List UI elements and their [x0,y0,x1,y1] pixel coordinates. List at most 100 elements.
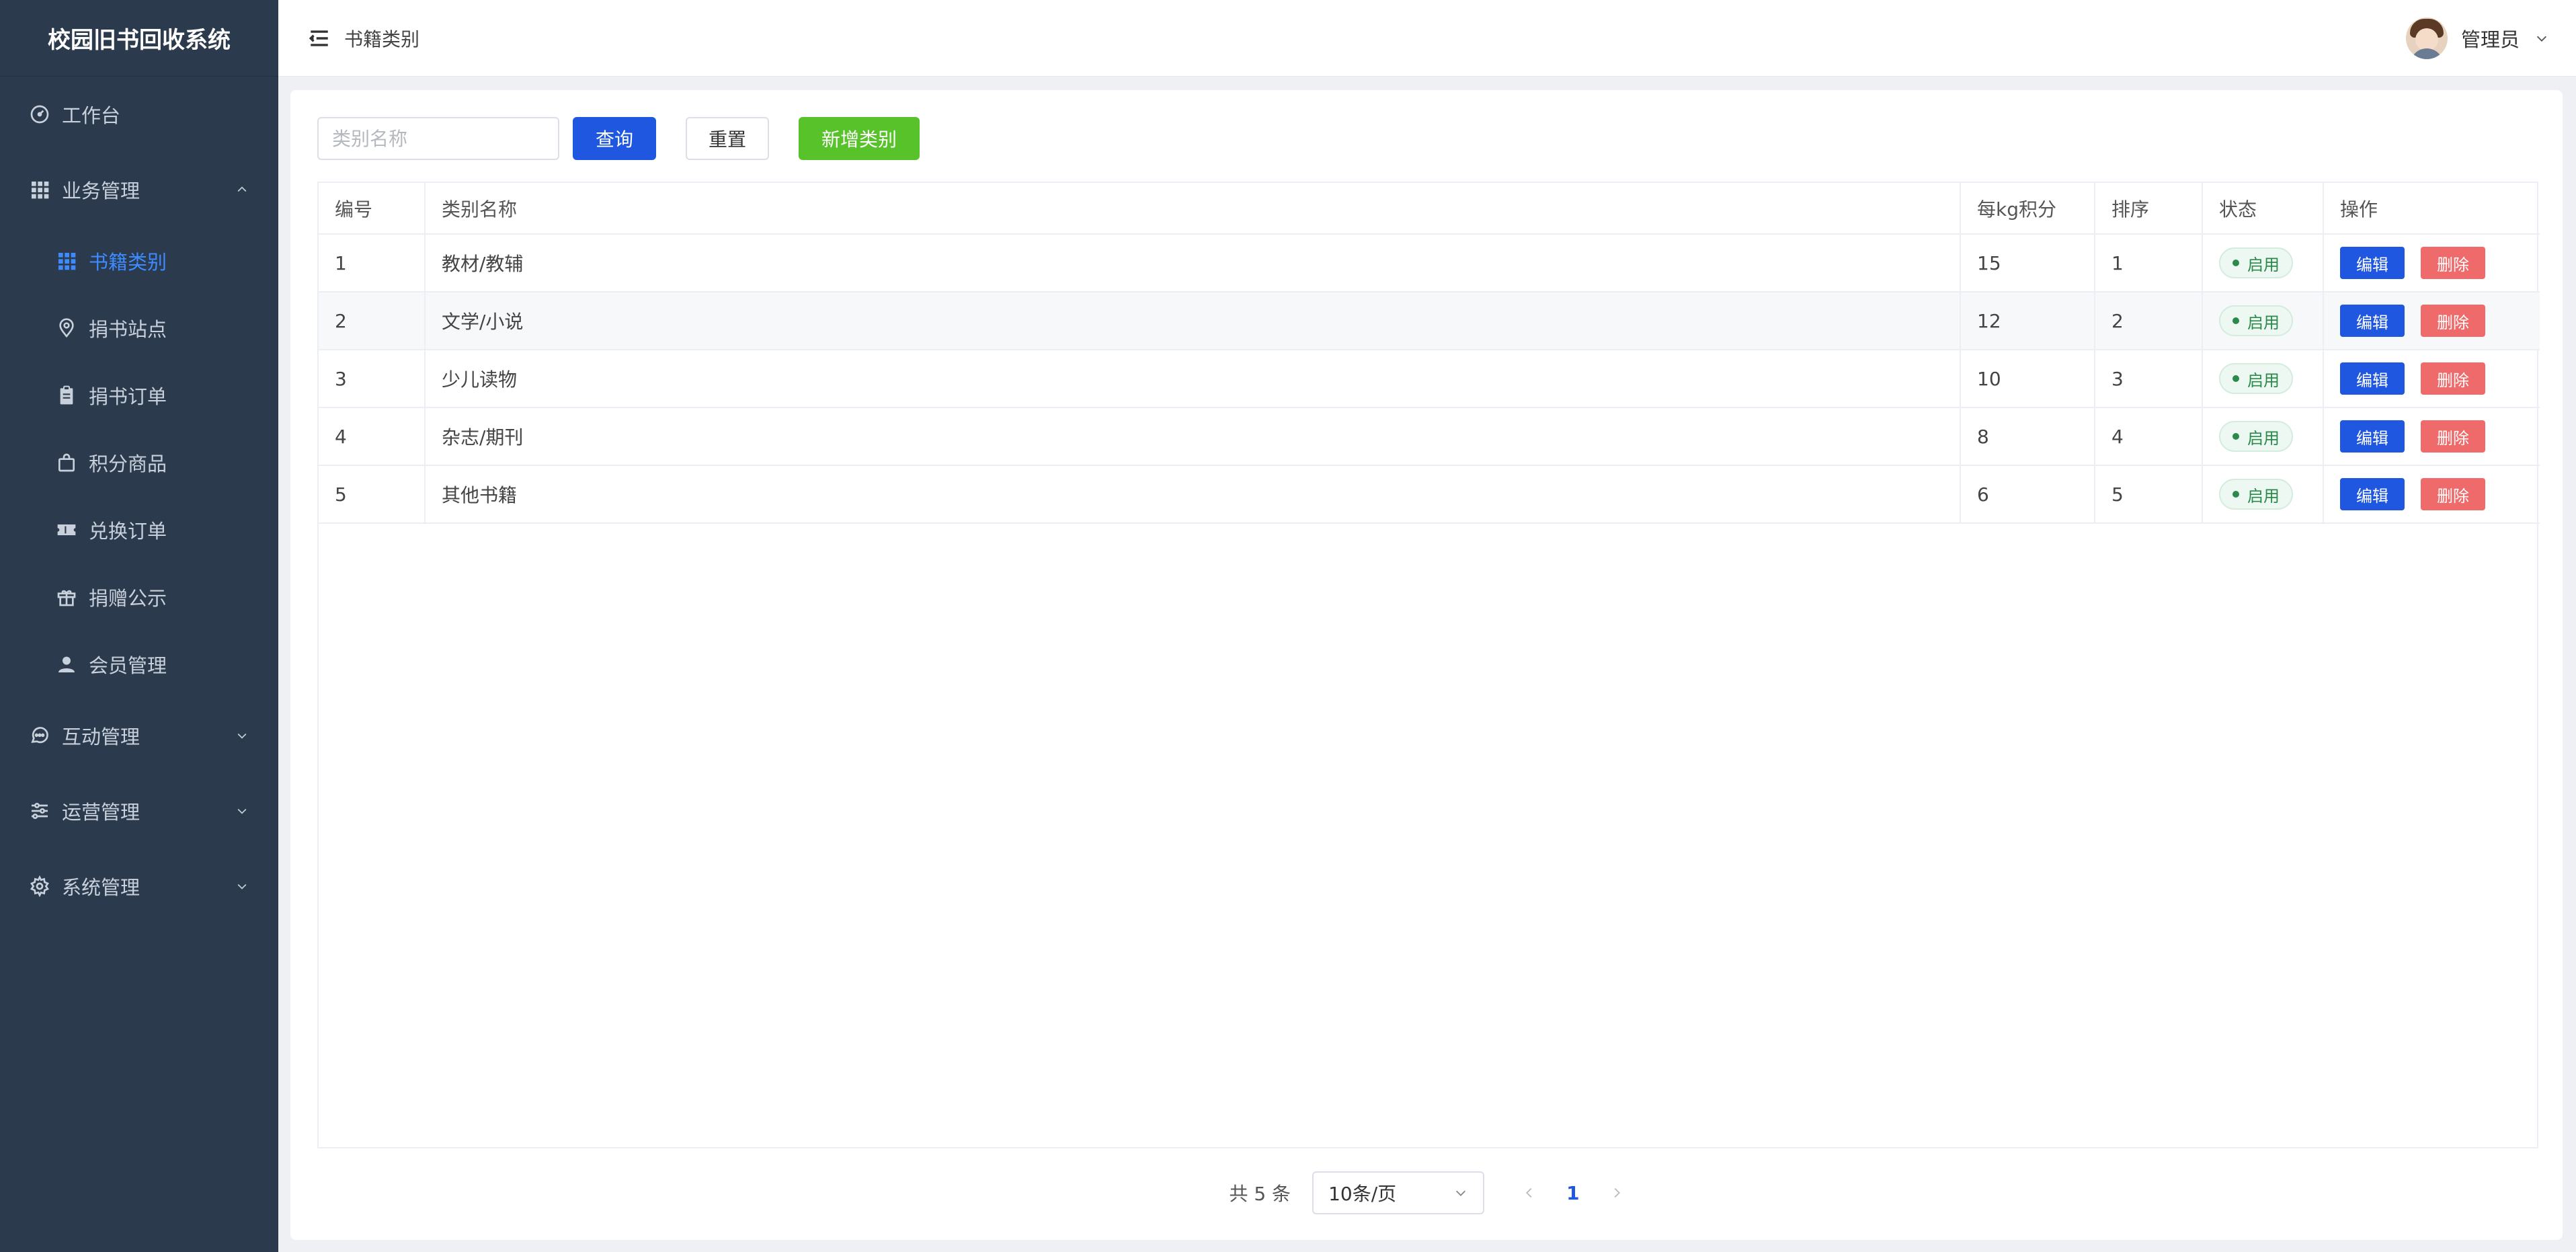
pagination: 共 5 条 10条/页 1 [290,1171,2563,1214]
bag-icon [55,451,78,474]
category-name-input[interactable] [317,117,559,160]
delete-button[interactable]: 删除 [2421,305,2485,337]
table-row: 5 其他书籍 6 5 启用 编辑 删除 [319,465,2540,524]
cell-points: 12 [1960,292,2095,350]
chevron-down-icon [237,733,247,739]
user-menu[interactable]: 管理员 [2405,0,2549,77]
edit-button[interactable]: 编辑 [2340,420,2405,453]
sidebar-item-label: 捐赠公示 [89,587,167,610]
cell-points: 6 [1960,465,2095,524]
ticket-icon [55,518,78,541]
sidebar-item-label: 业务管理 [62,180,140,202]
sidebar-item-label: 积分商品 [89,453,167,475]
status-badge: 启用 [2219,421,2293,452]
column-header[interactable]: 状态 [2202,183,2324,235]
status-badge: 启用 [2219,247,2293,278]
dashboard-icon [28,103,51,126]
table-row: 2 文学/小说 12 2 启用 编辑 删除 [319,292,2540,350]
sidebar-item-label: 会员管理 [89,654,167,677]
cell-status: 启用 [2202,407,2324,466]
sidebar-item-book-category[interactable]: 书籍类别 [0,227,278,295]
gift-icon [55,586,78,609]
cell-id: 5 [319,465,426,524]
sidebar-item-business[interactable]: 业务管理 [0,152,278,227]
edit-button[interactable]: 编辑 [2340,478,2405,510]
chat-icon [28,724,51,747]
chevron-down-icon [1455,1190,1466,1196]
sidebar-item-members[interactable]: 会员管理 [0,631,278,698]
sidebar-item-operations[interactable]: 运营管理 [0,773,278,849]
page-size-value: 10条/页 [1328,1183,1397,1205]
sidebar-item-label: 工作台 [62,104,121,127]
edit-button[interactable]: 编辑 [2340,247,2405,279]
cell-sort: 1 [2095,234,2203,292]
status-badge: 启用 [2219,363,2293,394]
page-number[interactable]: 1 [1566,1182,1579,1204]
cell-actions: 编辑 删除 [2323,292,2540,350]
sidebar: 校园旧书回收系统 工作台 业务管理 书籍类别 捐书站点 捐书订单 积分商品 兑换… [0,0,278,1252]
cell-status: 启用 [2202,350,2324,408]
cell-actions: 编辑 删除 [2323,234,2540,292]
column-header[interactable]: 每kg积分 [1960,183,2095,235]
sidebar-item-donation-notice[interactable]: 捐赠公示 [0,563,278,631]
sidebar-item-label: 书籍类别 [89,251,167,274]
sidebar-item-point-goods[interactable]: 积分商品 [0,429,278,496]
status-badge: 启用 [2219,305,2293,336]
add-category-button[interactable]: 新增类别 [799,117,920,160]
business-submenu: 书籍类别 捐书站点 捐书订单 积分商品 兑换订单 捐赠公示 会员管理 [0,227,278,698]
delete-button[interactable]: 删除 [2421,362,2485,395]
next-page-icon[interactable] [1609,1185,1624,1200]
delete-button[interactable]: 删除 [2421,420,2485,453]
search-toolbar: 查询 重置 新增类别 [317,117,920,160]
prev-page-icon[interactable] [1522,1185,1537,1200]
top-header: 书籍类别 管理员 [278,0,2576,77]
sidebar-item-label: 捐书站点 [89,318,167,341]
page-size-select[interactable]: 10条/页 [1312,1171,1485,1214]
cell-id: 1 [319,234,426,292]
cell-name: 文学/小说 [425,292,1961,350]
table-row: 4 杂志/期刊 8 4 启用 编辑 删除 [319,407,2540,466]
delete-button[interactable]: 删除 [2421,478,2485,510]
query-button[interactable]: 查询 [573,117,657,160]
cell-name: 少儿读物 [425,350,1961,408]
grid-icon [28,178,51,201]
cell-sort: 2 [2095,292,2203,350]
column-header[interactable]: 编号 [319,183,426,235]
content-card: 查询 重置 新增类别 编号 类别名称 每kg积分 排序 状态 操作 1 [290,90,2563,1240]
menu-fold-icon[interactable] [308,27,331,50]
cell-id: 3 [319,350,426,408]
sidebar-item-label: 运营管理 [62,801,140,824]
total-count: 共 5 条 [1229,1183,1291,1205]
cell-points: 15 [1960,234,2095,292]
delete-button[interactable]: 删除 [2421,247,2485,279]
reset-button[interactable]: 重置 [686,117,770,160]
avatar [2405,17,2448,59]
sliders-icon [28,799,51,822]
sidebar-item-label: 系统管理 [62,876,140,899]
column-header[interactable]: 排序 [2095,183,2203,235]
cell-id: 4 [319,407,426,466]
sidebar-item-system[interactable]: 系统管理 [0,849,278,924]
table-row: 3 少儿读物 10 3 启用 编辑 删除 [319,350,2540,408]
cell-actions: 编辑 删除 [2323,465,2540,524]
column-header[interactable]: 类别名称 [425,183,1961,235]
sidebar-item-exchange-orders[interactable]: 兑换订单 [0,496,278,563]
sidebar-item-donation-sites[interactable]: 捐书站点 [0,295,278,362]
edit-button[interactable]: 编辑 [2340,305,2405,337]
user-name: 管理员 [2460,28,2520,51]
cell-sort: 3 [2095,350,2203,408]
sidebar-item-interaction[interactable]: 互动管理 [0,698,278,773]
column-header[interactable]: 操作 [2323,183,2540,235]
chevron-down-icon [237,808,247,814]
sidebar-item-label: 捐书订单 [89,385,167,408]
cell-name: 教材/教辅 [425,234,1961,292]
sidebar-item-dashboard[interactable]: 工作台 [0,77,278,152]
cell-actions: 编辑 删除 [2323,407,2540,466]
sidebar-item-donation-orders[interactable]: 捐书订单 [0,362,278,429]
chevron-up-icon [237,186,247,192]
edit-button[interactable]: 编辑 [2340,362,2405,395]
chevron-down-icon [237,884,247,890]
user-icon [55,653,78,676]
cell-points: 10 [1960,350,2095,408]
grid-icon [55,249,78,272]
